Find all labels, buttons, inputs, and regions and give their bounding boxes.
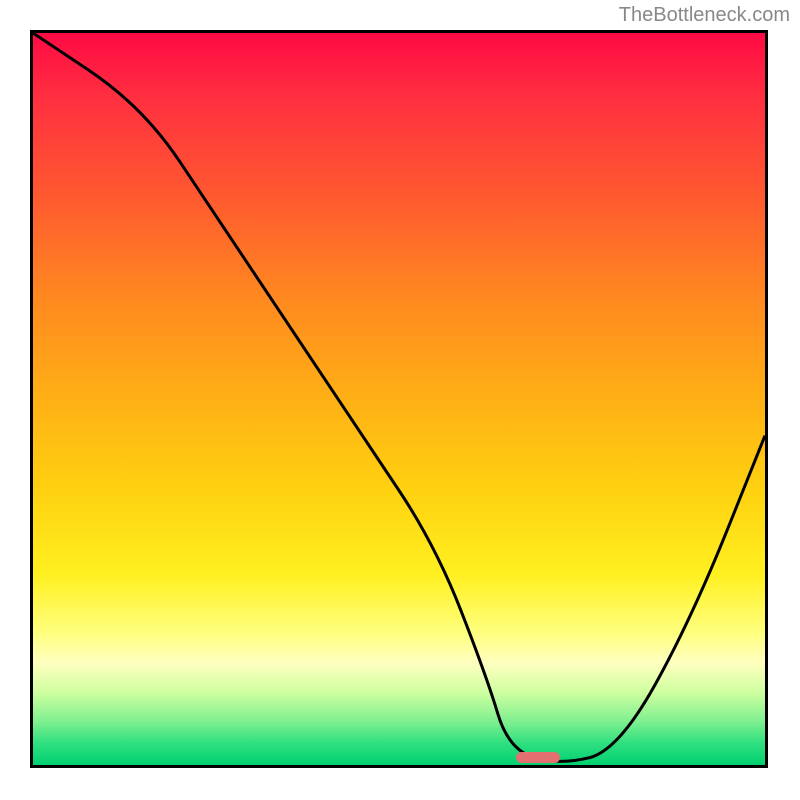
chart-frame: [30, 30, 768, 768]
valley-marker: [516, 752, 560, 763]
watermark-text: TheBottleneck.com: [619, 4, 790, 27]
chart-curve: [33, 33, 765, 765]
curve-path: [33, 33, 765, 761]
